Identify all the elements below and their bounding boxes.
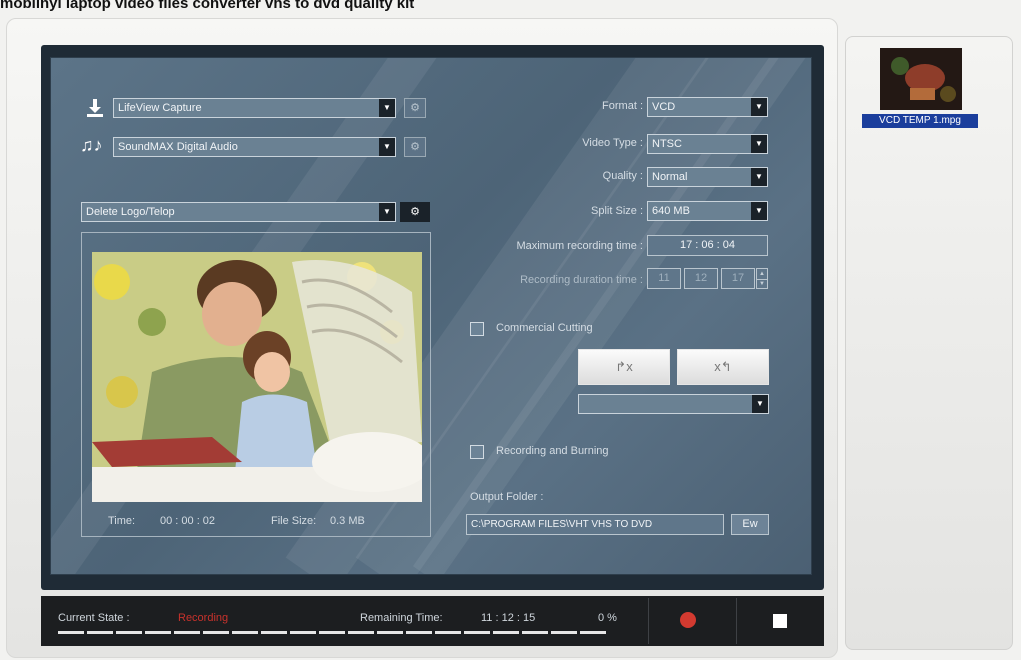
recording-duration-label: Recording duration time : [520, 274, 643, 286]
chevron-down-icon: ▼ [751, 202, 767, 220]
quality-select[interactable]: Normal ▼ [647, 167, 768, 187]
chevron-down-icon: ▼ [379, 203, 395, 221]
chevron-down-icon: ▼ [752, 395, 768, 413]
progress-segment [522, 631, 548, 634]
duration-seconds-input[interactable]: 17 [721, 268, 755, 289]
cut-out-button[interactable]: x↰ [677, 349, 769, 385]
video-preview [92, 252, 422, 502]
caption-strip: mobilnyi laptop video files converter vh… [0, 0, 415, 12]
commercial-cutting-label: Commercial Cutting [496, 322, 593, 334]
cut-in-button[interactable]: ↱x [578, 349, 670, 385]
file-size-label: File Size: [271, 515, 317, 527]
filter-select[interactable]: Delete Logo/Telop ▼ [81, 202, 396, 222]
video-type-value: NTSC [652, 138, 682, 150]
playlist-panel [845, 36, 1013, 650]
cut-in-icon: ↱x [615, 359, 633, 374]
progress-segment [203, 631, 229, 634]
format-value: VCD [652, 101, 676, 113]
gear-icon: ⚙ [410, 206, 420, 218]
commercial-cutting-checkbox[interactable] [470, 322, 484, 336]
browse-folder-button[interactable]: Ew [731, 514, 769, 535]
progress-segment [464, 631, 490, 634]
time-value: 00 : 00 : 02 [160, 515, 216, 527]
audio-device-settings-button[interactable]: ⚙ [404, 137, 426, 157]
playlist-item-label[interactable]: VCD TEMP 1.mpg [862, 114, 978, 128]
duration-hours-input[interactable]: 11 [647, 268, 681, 289]
recording-burning-checkbox[interactable] [470, 445, 484, 459]
output-folder-path[interactable]: C:\PROGRAM FILES\VHT VHS TO DVD [466, 514, 724, 535]
output-folder-label: Output Folder : [470, 491, 544, 503]
progress-segment [261, 631, 287, 634]
remaining-time-label: Remaining Time: [360, 612, 443, 624]
max-recording-time-label: Maximum recording time : [516, 240, 643, 252]
gear-icon: ⚙ [410, 141, 420, 153]
progress-segment [87, 631, 113, 634]
video-type-select[interactable]: NTSC ▼ [647, 134, 768, 154]
cut-out-icon: x↰ [714, 359, 732, 374]
current-state-label: Current State : [58, 612, 130, 624]
format-label: Format : [602, 100, 643, 112]
progress-segment [58, 631, 84, 634]
chevron-up-icon[interactable]: ▲ [757, 269, 767, 279]
progress-segment [377, 631, 403, 634]
cut-list-select[interactable]: ▼ [578, 394, 769, 414]
progress-segment [319, 631, 345, 634]
progress-segment [145, 631, 171, 634]
video-device-value: LifeView Capture [118, 102, 202, 114]
quality-value: Normal [652, 171, 688, 183]
progress-percent: 0 % [598, 612, 617, 624]
remaining-time-value: 11 : 12 : 15 [481, 612, 536, 624]
audio-device-value: SoundMAX Digital Audio [118, 141, 238, 153]
gear-icon: ⚙ [410, 102, 420, 114]
quality-label: Quality : [602, 170, 643, 182]
split-size-label: Split Size : [591, 205, 643, 217]
split-size-value: 640 MB [652, 205, 690, 217]
progress-segment [232, 631, 258, 634]
chevron-down-icon: ▼ [379, 99, 395, 117]
music-note-icon: ♫♪ [80, 135, 103, 155]
recording-burning-label: Recording and Burning [496, 445, 609, 457]
progress-segment [493, 631, 519, 634]
filter-value: Delete Logo/Telop [86, 206, 175, 218]
file-size-value: 0.3 MB [330, 515, 365, 527]
playlist-thumbnail[interactable] [880, 48, 962, 110]
status-divider [648, 598, 649, 644]
video-type-label: Video Type : [582, 137, 643, 149]
video-device-settings-button[interactable]: ⚙ [404, 98, 426, 118]
max-recording-time-value: 17 : 06 : 04 [647, 235, 768, 256]
audio-device-select[interactable]: SoundMAX Digital Audio ▼ [113, 137, 396, 157]
video-device-select[interactable]: LifeView Capture ▼ [113, 98, 396, 118]
chevron-down-icon: ▼ [379, 138, 395, 156]
progress-segment [406, 631, 432, 634]
progress-segment [174, 631, 200, 634]
progress-segment [116, 631, 142, 634]
filter-settings-button[interactable]: ⚙ [400, 202, 430, 222]
chevron-down-icon: ▼ [751, 135, 767, 153]
progress-segment [580, 631, 606, 634]
chevron-down-icon[interactable]: ▼ [757, 279, 767, 288]
progress-segment [435, 631, 461, 634]
stop-button[interactable] [773, 614, 787, 628]
progress-segment [290, 631, 316, 634]
current-state-value: Recording [178, 612, 229, 624]
record-button[interactable] [680, 612, 696, 628]
duration-minutes-input[interactable]: 12 [684, 268, 718, 289]
download-icon [84, 97, 106, 119]
format-select[interactable]: VCD ▼ [647, 97, 768, 117]
split-size-select[interactable]: 640 MB ▼ [647, 201, 768, 221]
chevron-down-icon: ▼ [751, 168, 767, 186]
chevron-down-icon: ▼ [751, 98, 767, 116]
progress-segment [551, 631, 577, 634]
status-divider [736, 598, 737, 644]
duration-spinner[interactable]: ▲ ▼ [756, 268, 768, 289]
time-label: Time: [108, 515, 136, 527]
progress-segment [348, 631, 374, 634]
